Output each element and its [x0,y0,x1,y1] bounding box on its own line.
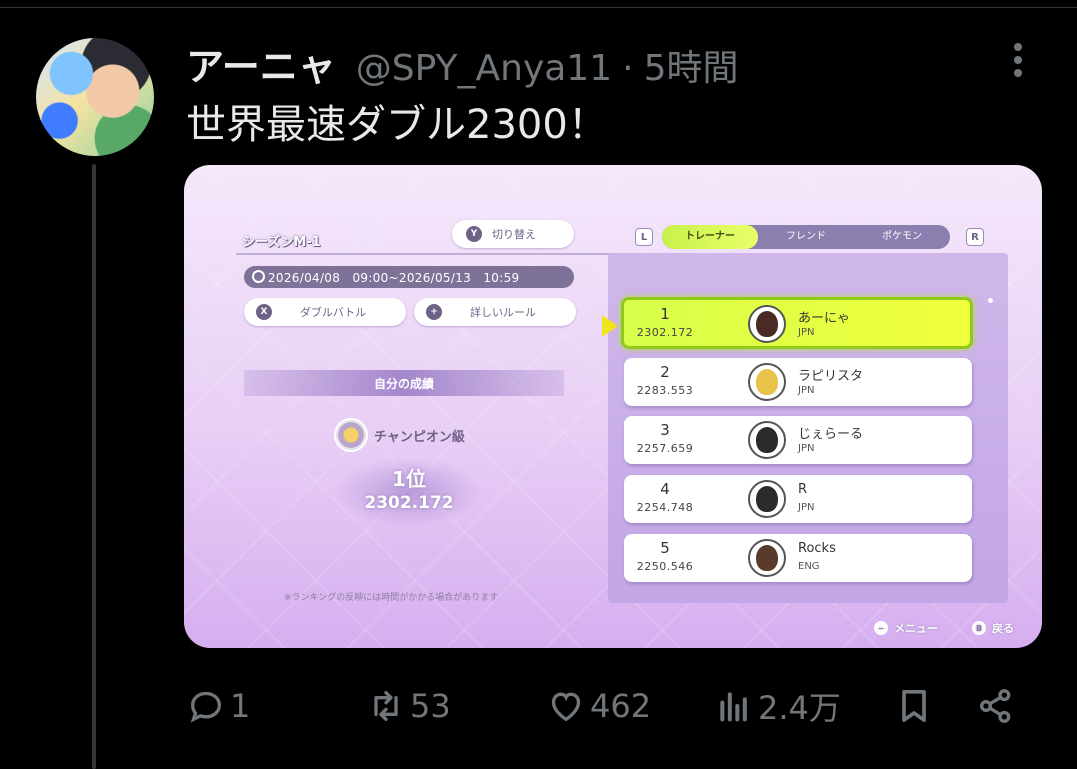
views-button[interactable]: 2.4万 [714,684,841,728]
clock-icon [252,270,265,283]
row-name: じぇらーる [798,427,864,442]
retweet-count: 53 [410,687,451,725]
menu-control[interactable]: − メニュー [874,620,938,636]
row-rank: 1 [660,305,670,323]
row-score: 2283.553 [636,384,694,397]
l-button-icon[interactable]: L [635,228,653,246]
row-rank: 5 [660,539,670,557]
row-name: あーにゃ [798,311,851,326]
switch-button[interactable]: Y 切り替え [452,220,574,248]
rules-label: 詳しいルール [470,306,536,319]
reply-button[interactable]: 1 [186,684,250,728]
row-rank: 4 [660,480,670,498]
divider [236,253,616,255]
menu-label: メニュー [894,622,938,635]
row-country: JPN [798,327,815,338]
display-name[interactable]: アーニャ [186,36,336,91]
retweet-icon [374,691,398,721]
season-period-text: 2026/04/08 09:00~2026/05/13 10:59 [268,270,520,285]
tweet-actions: 1 53 462 2.4万 [186,684,1026,728]
rank-class-label: チャンピオン級 [374,429,465,445]
row-rank: 2 [660,363,670,381]
double-battle-label: ダブルバトル [299,306,367,319]
tab-pokemon[interactable]: ポケモン [854,225,950,249]
ranking-row[interactable]: 4 2254.748 R JPN [624,475,972,523]
season-title: シーズンM-1 [242,235,321,250]
row-country: ENG [798,561,820,572]
switch-button-label: 切り替え [492,228,536,241]
row-score: 2257.659 [636,442,694,455]
plus-button-icon: + [426,304,442,320]
footnote: ※ランキングの反映には時間がかかる場合があります [284,593,499,603]
row-name: ラピリスタ [798,369,864,384]
trainer-avatar [748,363,786,401]
row-name: R [798,482,808,497]
trainer-avatar [748,305,786,343]
back-control[interactable]: B 戻る [972,620,1014,636]
row-score: 2250.546 [636,560,694,573]
tab-friend[interactable]: フレンド [758,225,854,249]
row-name: Rocks [798,541,836,556]
user-handle[interactable]: @SPY_Anya11 [356,48,612,89]
my-rank-box: 1位 2302.172 [334,457,484,527]
reply-icon [190,691,222,723]
row-country: JPN [798,385,815,396]
x-button-icon: X [256,304,272,320]
ranking-row[interactable]: 3 2257.659 じぇらーる JPN [624,416,972,464]
more-icon[interactable] [1008,40,1028,82]
bookmark-icon [902,690,926,722]
trainer-avatar [748,421,786,459]
tab-trainer[interactable]: トレーナー [662,225,758,249]
row-score: 2302.172 [636,326,694,339]
trainer-avatar [748,480,786,518]
share-button[interactable] [976,684,1016,728]
scroll-indicator [988,298,993,303]
share-icon [980,689,1011,723]
row-score: 2254.748 [636,501,694,514]
row-country: JPN [798,443,815,454]
like-button[interactable]: 462 [546,684,651,728]
back-label: 戻る [992,622,1014,635]
thread-line [92,164,96,769]
trainer-avatar [748,539,786,577]
selection-cursor-icon [602,315,618,337]
bookmark-button[interactable] [894,684,934,728]
view-count: 2.4万 [758,689,841,727]
y-button-icon: Y [466,226,482,242]
champion-emblem-icon [336,420,366,450]
tweet-media-screenshot[interactable]: シーズンM-1 Y 切り替え 2026/04/08 09:00~2026/05/… [184,165,1042,648]
r-button-icon[interactable]: R [966,228,984,246]
timestamp[interactable]: 5時間 [644,39,739,91]
season-period: 2026/04/08 09:00~2026/05/13 10:59 [244,266,574,288]
ranking-row[interactable]: 5 2250.546 Rocks ENG [624,534,972,582]
retweet-button[interactable]: 53 [366,684,451,728]
minus-button-icon: − [874,621,888,635]
ranking-row[interactable]: 1 2302.172 あーにゃ JPN [621,297,973,349]
rank-class: チャンピオン級 [336,420,465,450]
my-rank: 1位 [392,467,426,491]
reply-count: 1 [230,687,251,725]
rules-button[interactable]: + 詳しいルール [414,298,576,326]
my-record-header: 自分の成績 [244,370,564,396]
separator-dot: · [622,48,634,89]
views-icon [720,692,747,722]
my-score: 2302.172 [364,493,454,513]
tweet-text: 世界最速ダブル2300！ [186,102,608,148]
double-battle-button[interactable]: X ダブルバトル [244,298,406,326]
tweet-header: アーニャ @SPY_Anya11 · 5時間 [186,36,738,89]
top-divider [0,0,1077,8]
like-icon [551,692,581,722]
row-country: JPN [798,502,815,513]
ranking-row[interactable]: 2 2283.553 ラピリスタ JPN [624,358,972,406]
ranking-tabs: トレーナー フレンド ポケモン [662,225,950,249]
avatar[interactable] [36,38,154,156]
row-rank: 3 [660,421,670,439]
b-button-icon: B [972,621,986,635]
like-count: 462 [590,687,652,725]
